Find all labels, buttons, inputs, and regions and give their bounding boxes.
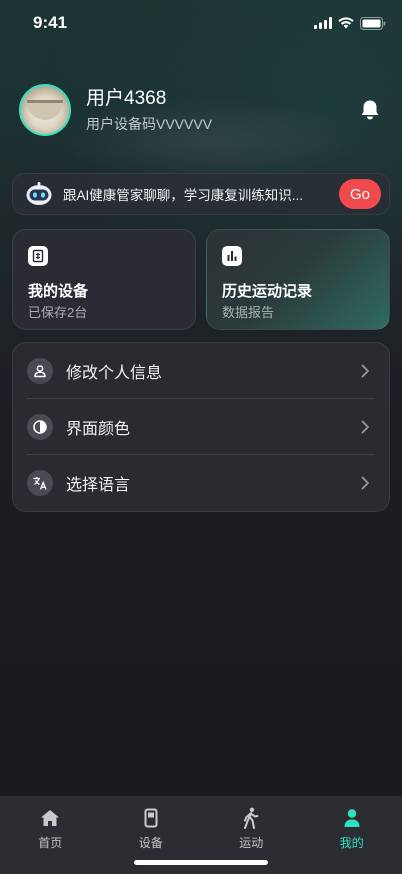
robot-icon (26, 182, 52, 205)
status-bar: 9:41 (0, 0, 402, 46)
wifi-icon (338, 17, 354, 29)
settings-item-label: 选择语言 (66, 477, 131, 494)
status-icons (314, 16, 386, 30)
signal-icon (314, 17, 332, 29)
card-subtitle: 数据报告 (222, 305, 275, 320)
bell-icon (361, 100, 379, 120)
walk-icon (240, 807, 262, 829)
avatar[interactable] (19, 84, 71, 136)
ai-banner-text: 跟AI健康管家聊聊，学习康复训练知识... (63, 188, 304, 203)
home-icon (39, 807, 61, 829)
tab-label: 我的 (339, 836, 364, 850)
tab-me[interactable]: 我的 (302, 796, 402, 874)
settings-item-label: 界面颜色 (66, 420, 131, 438)
username: 用户4368 (86, 88, 167, 109)
device-code: 用户设备码VVVVVV (86, 116, 213, 132)
device-icon (28, 246, 48, 266)
device-icon (140, 807, 162, 829)
exercise-history-card[interactable]: 历史运动记录 数据报告 (206, 229, 390, 330)
go-button[interactable]: Go (339, 179, 381, 209)
chevron-right-icon (361, 363, 370, 378)
person-icon (27, 357, 53, 384)
profile-info: 用户4368 用户设备码VVVVVV (86, 87, 358, 133)
card-subtitle: 已保存2台 (28, 305, 88, 320)
notification-button[interactable] (358, 98, 382, 122)
settings-item-language[interactable]: 选择语言 (27, 455, 375, 511)
card-title: 我的设备 (28, 283, 89, 300)
chevron-right-icon (361, 476, 370, 490)
tab-home[interactable]: 首页 (0, 796, 101, 874)
card-title: 历史运动记录 (222, 283, 313, 300)
avatar-image (27, 100, 63, 120)
tab-label: 运动 (239, 836, 264, 850)
ai-chat-banner[interactable]: 跟AI健康管家聊聊，学习康复训练知识... Go (12, 173, 390, 215)
settings-item-theme-color[interactable]: 界面颜色 (27, 399, 375, 455)
translate-icon (27, 470, 53, 496)
tab-label: 首页 (38, 836, 63, 850)
my-devices-card[interactable]: 我的设备 已保存2台 (12, 229, 196, 330)
status-time: 9:41 (33, 13, 68, 32)
settings-list: 修改个人信息 界面颜色 选择语言 (12, 342, 390, 512)
settings-item-label: 修改个人信息 (66, 364, 163, 382)
chevron-right-icon (361, 419, 370, 434)
home-indicator[interactable] (134, 860, 268, 865)
battery-icon (360, 16, 386, 30)
bar-chart-icon (222, 246, 242, 266)
profile-header: 用户4368 用户设备码VVVVVV (19, 84, 382, 136)
contrast-icon (27, 413, 53, 440)
person-icon (341, 807, 363, 829)
settings-item-edit-profile[interactable]: 修改个人信息 (27, 343, 375, 399)
tab-label: 设备 (138, 836, 163, 850)
